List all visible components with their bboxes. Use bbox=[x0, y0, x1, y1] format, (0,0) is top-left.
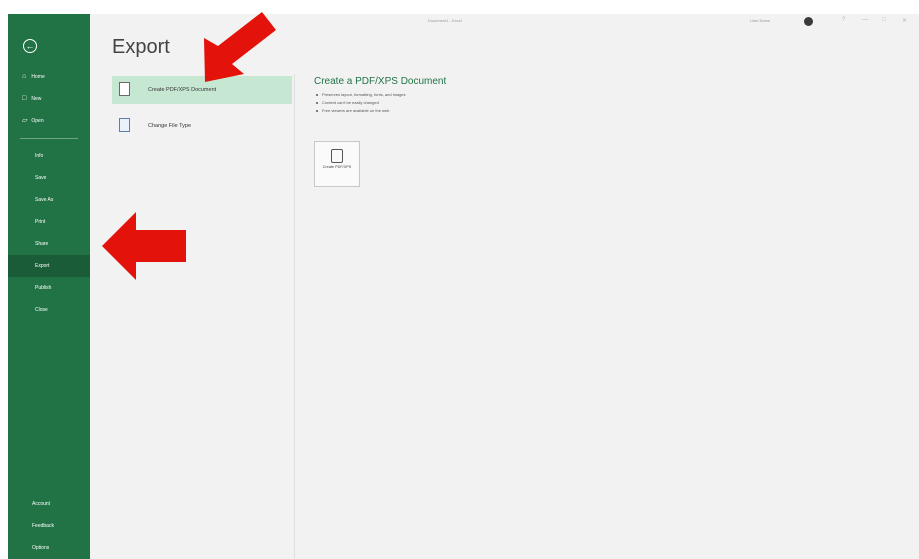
close-icon[interactable]: ✕ bbox=[902, 17, 907, 24]
option-label: Change File Type bbox=[148, 123, 192, 129]
sidebar-item-label: Open bbox=[31, 118, 44, 124]
pdf-document-icon bbox=[331, 149, 343, 163]
sidebar-item-label: Feedback bbox=[32, 523, 54, 529]
user-name[interactable]: User Name bbox=[750, 18, 770, 23]
sidebar-item-print[interactable]: Print bbox=[8, 211, 90, 233]
change-file-type-option[interactable]: Change File Type bbox=[112, 112, 292, 140]
annotation-arrow-left-icon bbox=[102, 212, 186, 280]
annotation-arrow-down-left-icon bbox=[204, 12, 276, 82]
minimize-icon[interactable]: — bbox=[862, 17, 868, 23]
sidebar-item-share[interactable]: Share bbox=[8, 233, 90, 255]
excel-backstage-window: ← ⌂ Home □ New ▱ Open Info Save Save As … bbox=[8, 14, 919, 559]
create-pdf-xps-button[interactable]: Create PDF/XPS bbox=[314, 141, 360, 187]
help-icon[interactable]: ? bbox=[842, 17, 845, 23]
sidebar-item-open[interactable]: ▱ Open bbox=[8, 110, 90, 132]
list-item: Content can't be easily changed bbox=[314, 99, 614, 107]
sidebar-nav: ⌂ Home □ New ▱ Open Info Save Save As Pr… bbox=[8, 66, 90, 321]
sidebar-item-label: Home bbox=[31, 74, 45, 80]
details-heading: Create a PDF/XPS Document bbox=[314, 76, 447, 87]
folder-icon: ▱ bbox=[22, 117, 28, 124]
sidebar-item-label: Save bbox=[35, 175, 47, 181]
sidebar-item-info[interactable]: Info bbox=[8, 145, 90, 167]
sidebar-item-label: Share bbox=[35, 241, 49, 247]
sidebar-item-label: Account bbox=[32, 501, 51, 507]
sidebar-item-label: Options bbox=[32, 545, 50, 551]
sidebar-item-close[interactable]: Close bbox=[8, 299, 90, 321]
sidebar-item-options[interactable]: Options bbox=[8, 537, 90, 559]
sidebar-item-label: Close bbox=[35, 307, 48, 313]
sidebar-item-label: Info bbox=[35, 153, 44, 159]
sidebar-item-feedback[interactable]: Feedback bbox=[8, 515, 90, 537]
sidebar-bottom-nav: Account Feedback Options bbox=[8, 493, 90, 559]
sidebar-item-label: Export bbox=[35, 263, 50, 269]
new-icon: □ bbox=[22, 95, 27, 102]
document-title: Document1 - Excel bbox=[428, 18, 462, 23]
avatar[interactable] bbox=[804, 17, 813, 26]
sidebar-item-new[interactable]: □ New bbox=[8, 88, 90, 110]
sidebar-item-label: New bbox=[31, 96, 42, 102]
sidebar-item-label: Save As bbox=[35, 197, 54, 203]
sidebar-item-publish[interactable]: Publish bbox=[8, 277, 90, 299]
panel-divider bbox=[294, 74, 295, 559]
page-title: Export bbox=[112, 36, 170, 58]
details-panel: Create a PDF/XPS Document Preserves layo… bbox=[314, 76, 614, 187]
list-item: Preserves layout, formatting, fonts, and… bbox=[314, 91, 614, 99]
home-icon: ⌂ bbox=[22, 73, 27, 80]
sidebar-item-label: Publish bbox=[35, 285, 52, 291]
maximize-icon[interactable]: □ bbox=[882, 17, 886, 23]
sidebar-item-save-as[interactable]: Save As bbox=[8, 189, 90, 211]
file-type-icon bbox=[119, 118, 130, 132]
backstage-sidebar: ← ⌂ Home □ New ▱ Open Info Save Save As … bbox=[8, 14, 90, 559]
sidebar-item-home[interactable]: ⌂ Home bbox=[8, 66, 90, 88]
create-pdf-xps-label: Create PDF/XPS bbox=[322, 165, 352, 169]
sidebar-item-account[interactable]: Account bbox=[8, 493, 90, 515]
sidebar-item-label: Print bbox=[35, 219, 46, 225]
details-bullets: Preserves layout, formatting, fonts, and… bbox=[314, 91, 614, 115]
sidebar-divider bbox=[20, 138, 78, 139]
sidebar-item-export[interactable]: Export bbox=[8, 255, 90, 277]
list-item: Free viewers are available on the web bbox=[314, 107, 614, 115]
sidebar-item-save[interactable]: Save bbox=[8, 167, 90, 189]
pdf-document-icon bbox=[119, 82, 130, 96]
back-arrow-icon[interactable]: ← bbox=[23, 39, 37, 53]
